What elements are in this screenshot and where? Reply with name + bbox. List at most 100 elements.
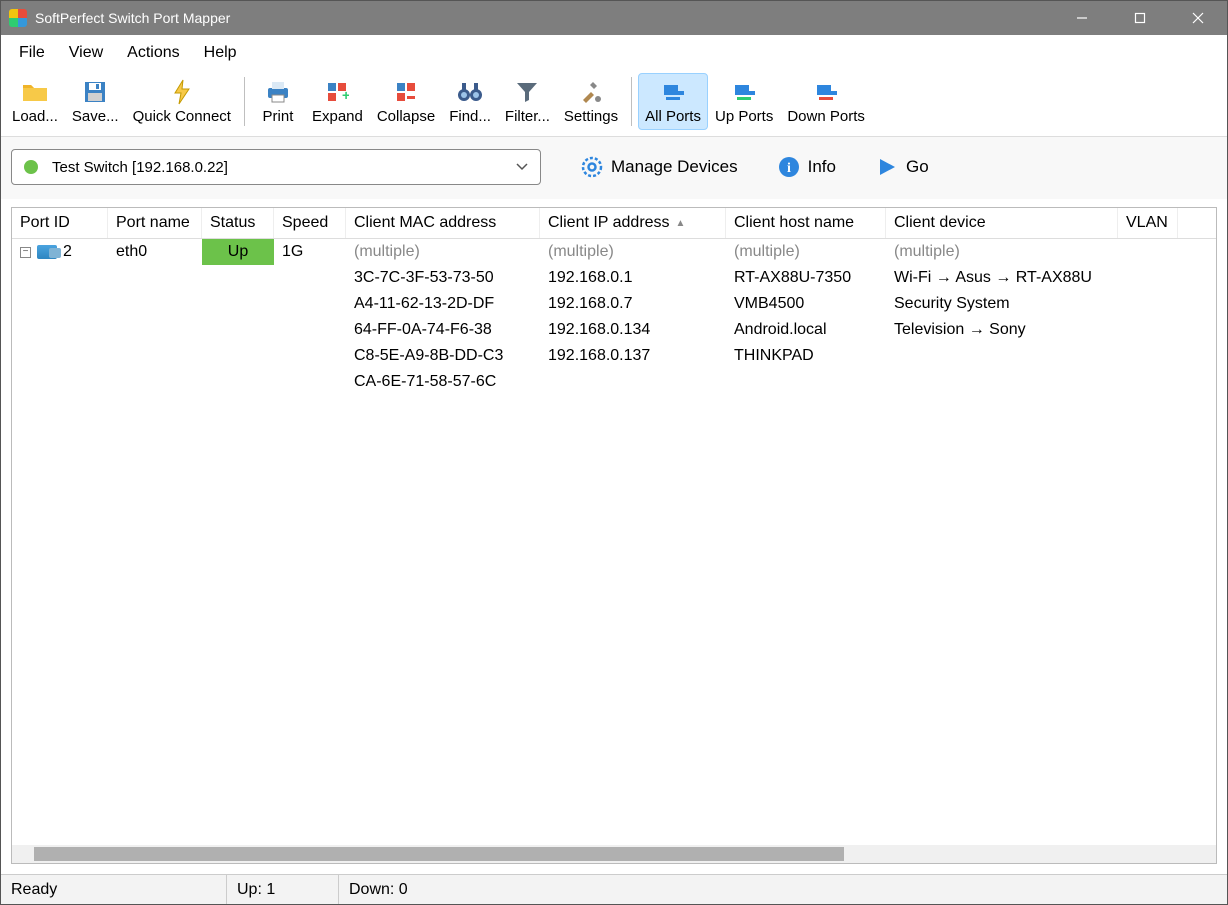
- col-status[interactable]: Status: [202, 208, 274, 238]
- print-button[interactable]: Print: [251, 73, 305, 130]
- table-row[interactable]: 3C-7C-3F-53-73-50192.168.0.1RT-AX88U-735…: [12, 265, 1216, 291]
- app-icon: [9, 9, 27, 27]
- expand-label: Expand: [312, 108, 363, 125]
- manage-devices-button[interactable]: Manage Devices: [581, 156, 738, 178]
- client-mac: A4-11-62-13-2D-DF: [346, 291, 540, 317]
- menu-actions[interactable]: Actions: [117, 41, 189, 65]
- client-mac: 64-FF-0A-74-F6-38: [346, 317, 540, 343]
- load-button[interactable]: Load...: [5, 73, 65, 130]
- window-title: SoftPerfect Switch Port Mapper: [35, 10, 230, 26]
- expand-button[interactable]: + Expand: [305, 73, 370, 130]
- table-row[interactable]: CA-6E-71-58-57-6C: [12, 369, 1216, 395]
- collapse-toggle-icon[interactable]: −: [20, 247, 31, 258]
- client-ip: 192.168.0.134: [540, 317, 726, 343]
- client-host: [726, 369, 886, 395]
- client-host: Android.local: [726, 317, 886, 343]
- expand-icon: +: [323, 78, 351, 106]
- vlan-cell: [1118, 239, 1178, 265]
- status-up-count: Up: 1: [227, 875, 339, 904]
- toolbar-separator: [631, 77, 632, 126]
- settings-label: Settings: [564, 108, 618, 125]
- client-host: VMB4500: [726, 291, 886, 317]
- svg-text:+: +: [342, 87, 349, 103]
- col-port-id[interactable]: Port ID: [12, 208, 108, 238]
- col-vlan[interactable]: VLAN: [1118, 208, 1178, 238]
- go-button[interactable]: Go: [876, 156, 929, 178]
- col-mac[interactable]: Client MAC address: [346, 208, 540, 238]
- save-button[interactable]: Save...: [65, 73, 126, 130]
- menu-file[interactable]: File: [9, 41, 55, 65]
- load-label: Load...: [12, 108, 58, 125]
- port-green-icon: [730, 78, 758, 106]
- info-button[interactable]: i Info: [778, 156, 836, 178]
- chevron-down-icon: [516, 163, 528, 171]
- down-ports-button[interactable]: Down Ports: [780, 73, 872, 130]
- settings-button[interactable]: Settings: [557, 73, 625, 130]
- find-label: Find...: [449, 108, 491, 125]
- port-name-cell: eth0: [108, 239, 202, 265]
- client-device: [886, 369, 1118, 395]
- quick-connect-label: Quick Connect: [133, 108, 231, 125]
- up-ports-button[interactable]: Up Ports: [708, 73, 780, 130]
- port-red-icon: [812, 78, 840, 106]
- floppy-icon: [81, 78, 109, 106]
- quick-connect-button[interactable]: Quick Connect: [126, 73, 238, 130]
- svg-text:i: i: [787, 161, 791, 176]
- status-ready: Ready: [1, 875, 227, 904]
- title-bar: SoftPerfect Switch Port Mapper: [1, 1, 1227, 35]
- collapse-label: Collapse: [377, 108, 435, 125]
- print-label: Print: [263, 108, 294, 125]
- col-host[interactable]: Client host name: [726, 208, 886, 238]
- table-body: − 2 eth0 Up 1G (multiple) (multiple) (mu…: [12, 239, 1216, 845]
- play-icon: [876, 156, 898, 178]
- client-ip: 192.168.0.1: [540, 265, 726, 291]
- close-button[interactable]: [1169, 1, 1227, 35]
- tools-icon: [577, 78, 605, 106]
- client-device: Wi-Fi → Asus → RT-AX88U: [886, 265, 1118, 291]
- maximize-button[interactable]: [1111, 1, 1169, 35]
- device-select[interactable]: Test Switch [192.168.0.22]: [11, 149, 541, 185]
- ip-multiple: (multiple): [540, 239, 726, 265]
- col-device[interactable]: Client device: [886, 208, 1118, 238]
- client-device: [886, 343, 1118, 369]
- collapse-button[interactable]: Collapse: [370, 73, 442, 130]
- device-bar: Test Switch [192.168.0.22] Manage Device…: [1, 136, 1227, 199]
- col-speed[interactable]: Speed: [274, 208, 346, 238]
- all-ports-button[interactable]: All Ports: [638, 73, 708, 130]
- port-id-cell: − 2: [12, 239, 108, 265]
- device-select-value: Test Switch [192.168.0.22]: [52, 159, 228, 176]
- lightning-icon: [168, 78, 196, 106]
- menu-view[interactable]: View: [59, 41, 113, 65]
- menu-help[interactable]: Help: [194, 41, 247, 65]
- table-row[interactable]: A4-11-62-13-2D-DF192.168.0.7VMB4500Secur…: [12, 291, 1216, 317]
- col-ip[interactable]: Client IP address: [540, 208, 726, 238]
- table-row[interactable]: C8-5E-A9-8B-DD-C3192.168.0.137THINKPAD: [12, 343, 1216, 369]
- status-dot-icon: [24, 160, 38, 174]
- client-ip: 192.168.0.137: [540, 343, 726, 369]
- status-bar: Ready Up: 1 Down: 0: [1, 874, 1227, 904]
- toolbar-separator: [244, 77, 245, 126]
- device-multiple: (multiple): [886, 239, 1118, 265]
- port-id-value: 2: [63, 243, 72, 261]
- find-button[interactable]: Find...: [442, 73, 498, 130]
- folder-icon: [21, 78, 49, 106]
- filter-button[interactable]: Filter...: [498, 73, 557, 130]
- scrollbar-thumb[interactable]: [34, 847, 844, 861]
- filter-label: Filter...: [505, 108, 550, 125]
- gear-icon: [581, 156, 603, 178]
- printer-icon: [264, 78, 292, 106]
- port-blue-icon: [659, 78, 687, 106]
- client-mac: CA-6E-71-58-57-6C: [346, 369, 540, 395]
- status-down-count: Down: 0: [339, 875, 1227, 904]
- table-row[interactable]: − 2 eth0 Up 1G (multiple) (multiple) (mu…: [12, 239, 1216, 265]
- client-host: RT-AX88U-7350: [726, 265, 886, 291]
- col-port-name[interactable]: Port name: [108, 208, 202, 238]
- client-mac: 3C-7C-3F-53-73-50: [346, 265, 540, 291]
- minimize-button[interactable]: [1053, 1, 1111, 35]
- port-status-cell: Up: [202, 239, 274, 265]
- client-ip: [540, 369, 726, 395]
- binoculars-icon: [456, 78, 484, 106]
- horizontal-scrollbar[interactable]: [12, 845, 1216, 863]
- window-controls: [1053, 1, 1227, 35]
- table-row[interactable]: 64-FF-0A-74-F6-38192.168.0.134Android.lo…: [12, 317, 1216, 343]
